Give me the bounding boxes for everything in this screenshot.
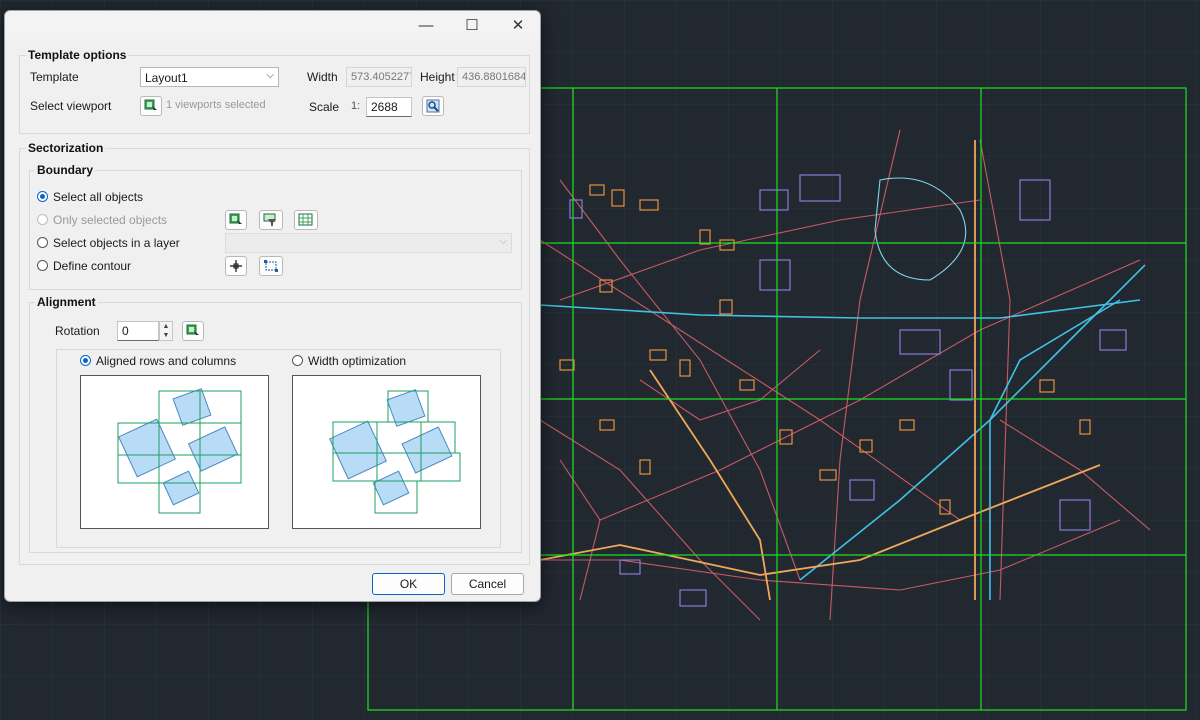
viewport-status: 1 viewports selected (166, 99, 266, 111)
filter-objects-button[interactable] (259, 210, 283, 230)
rotation-input[interactable]: 0 (117, 321, 159, 341)
width-field[interactable]: 573.4052277 (346, 67, 412, 87)
select-viewport-button[interactable] (140, 96, 162, 116)
select-viewport-label: Select viewport (30, 99, 112, 113)
ok-button[interactable]: OK (372, 573, 445, 595)
pick-angle-icon (186, 324, 199, 337)
height-label: Height (420, 70, 455, 84)
pick-rotation-button[interactable] (182, 321, 204, 341)
layer-dropdown[interactable]: ⌵ (225, 233, 512, 253)
aligned-rows-columns-label: Aligned rows and columns (96, 354, 237, 368)
arrow-down-icon[interactable]: ▼ (160, 331, 172, 340)
pick-objects-button[interactable] (225, 210, 247, 230)
width-label: Width (307, 70, 338, 84)
crosshair-icon (230, 260, 242, 272)
aligned-rows-columns-radio[interactable] (80, 355, 91, 366)
close-button[interactable]: ✕ (495, 11, 540, 39)
aligned-grid-diagram (117, 388, 242, 514)
cancel-button[interactable]: Cancel (451, 573, 524, 595)
alignment-title: Alignment (35, 295, 98, 309)
template-dropdown[interactable]: Layout1 ⌵ (140, 67, 279, 87)
rectangle-contour-icon (264, 260, 278, 272)
template-dropdown-value: Layout1 (145, 71, 188, 85)
rotation-stepper[interactable]: ▲ ▼ (159, 321, 173, 341)
magnifier-icon (426, 99, 440, 113)
boundary-title: Boundary (35, 163, 96, 177)
select-all-objects-radio[interactable] (37, 191, 48, 202)
scale-zoom-button[interactable] (422, 96, 444, 116)
only-selected-objects-radio[interactable] (37, 214, 48, 225)
pick-point-button[interactable] (225, 256, 247, 276)
minimize-button[interactable]: — (403, 11, 449, 39)
arrow-up-icon[interactable]: ▲ (160, 322, 172, 331)
maximize-button[interactable]: ☐ (449, 11, 495, 39)
chevron-down-icon: ⌵ (266, 70, 274, 81)
scale-input[interactable]: 2688 (366, 97, 412, 117)
width-optimization-preview[interactable] (292, 375, 481, 529)
define-contour-label: Define contour (53, 259, 132, 273)
select-objects-layer-radio[interactable] (37, 237, 48, 248)
viewport-select-icon (144, 99, 157, 112)
sectorization-dialog: — ☐ ✕ Template options Template Layout1 … (4, 10, 541, 602)
scale-label: Scale (309, 100, 340, 114)
aligned-rows-preview[interactable] (80, 375, 269, 529)
select-all-objects-label: Select all objects (53, 190, 144, 204)
rotation-label: Rotation (55, 324, 100, 338)
width-optimization-diagram (329, 389, 461, 514)
width-optimization-label: Width optimization (308, 354, 407, 368)
grid-select-icon (298, 213, 313, 226)
sectorization-title: Sectorization (26, 141, 106, 155)
draw-contour-button[interactable] (259, 256, 283, 276)
template-options-title: Template options (26, 48, 129, 62)
pick-objects-icon (229, 213, 242, 226)
only-selected-objects-label: Only selected objects (53, 213, 168, 227)
template-label: Template (30, 70, 79, 84)
scale-prefix: 1: (351, 100, 361, 112)
height-field[interactable]: 436.8801684 (457, 67, 526, 87)
select-objects-layer-label: Select objects in a layer (53, 236, 180, 250)
width-optimization-radio[interactable] (292, 355, 303, 366)
define-contour-radio[interactable] (37, 260, 48, 271)
quick-select-button[interactable] (294, 210, 318, 230)
chevron-down-icon: ⌵ (499, 236, 507, 247)
filter-icon (263, 213, 276, 226)
title-bar: — ☐ ✕ (5, 11, 540, 39)
